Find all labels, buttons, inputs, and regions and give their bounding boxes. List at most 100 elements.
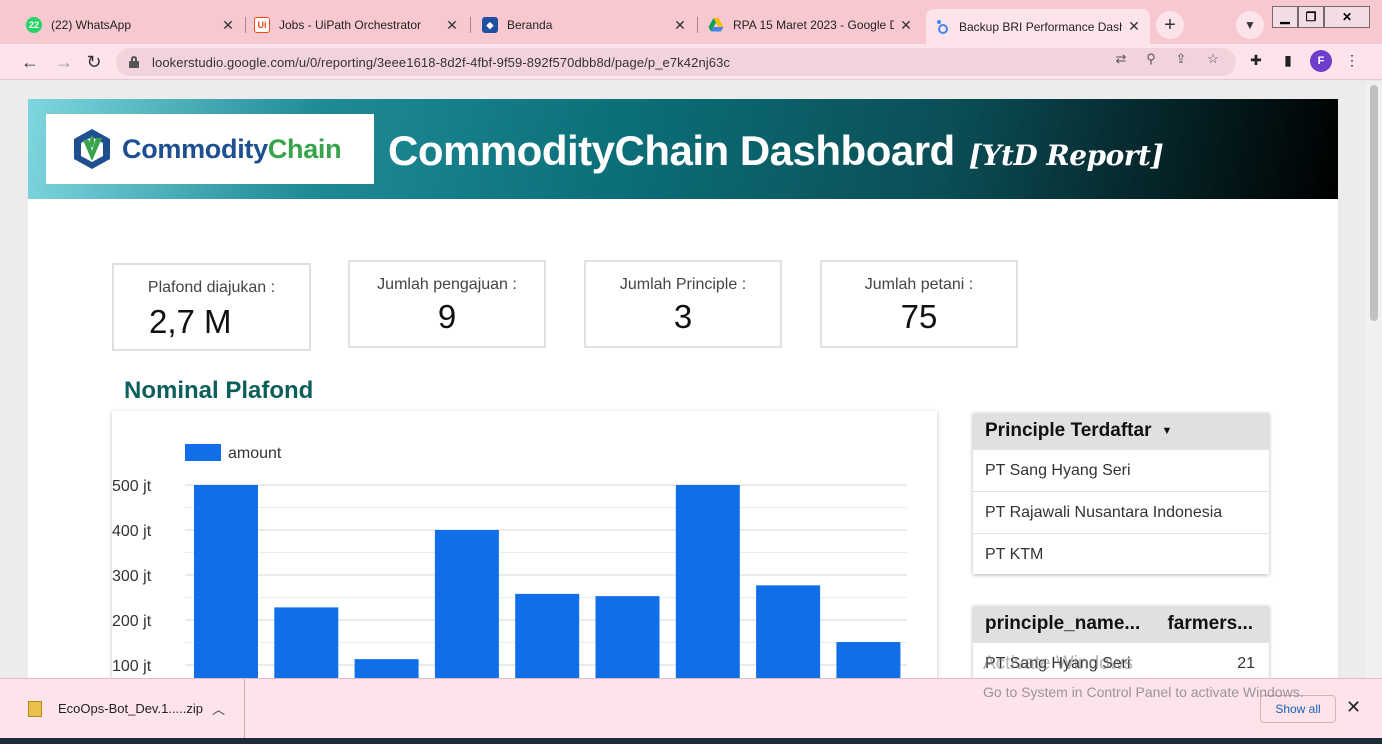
bar[interactable] <box>756 585 821 678</box>
tab-beranda[interactable]: ◆ Beranda ✕ <box>474 9 696 41</box>
y-tick-label: 300 jt <box>112 568 152 585</box>
maximize-button[interactable]: ❐ <box>1298 6 1324 28</box>
brand-logo: Commodity Chain <box>46 114 374 184</box>
share-icon[interactable]: ⇪ <box>1172 50 1190 68</box>
dropdown-arrow-icon: ▼ <box>1161 425 1173 437</box>
zoom-icon[interactable]: ⚲ <box>1142 50 1160 68</box>
extensions-icon[interactable]: ✚ <box>1246 50 1266 70</box>
bar[interactable] <box>274 607 339 678</box>
close-icon[interactable]: ✕ <box>1126 18 1142 35</box>
kpi-card-principle: Jumlah Principle : 3 <box>584 260 782 348</box>
bar[interactable] <box>675 485 740 678</box>
table-row[interactable]: PT KTM <box>973 533 1269 575</box>
activate-windows-watermark: Activate Windows <box>983 653 1133 674</box>
back-button[interactable]: ← <box>18 50 42 74</box>
maximize-icon: ❐ <box>1305 10 1317 24</box>
scrollbar-thumb[interactable] <box>1370 85 1378 321</box>
close-icon[interactable]: ✕ <box>898 17 914 34</box>
kpi-card-pengajuan: Jumlah pengajuan : 9 <box>348 260 546 348</box>
column-header-principle-name[interactable]: principle_name... <box>985 613 1140 635</box>
bar-chart-card[interactable]: 100 jt 200 jt 300 jt 400 jt 500 jt amount <box>112 411 937 678</box>
section-title: Nominal Plafond <box>124 377 314 404</box>
tab-google-drive[interactable]: RPA 15 Maret 2023 - Google D ✕ <box>700 9 922 41</box>
tab-title: (22) WhatsApp <box>51 18 132 32</box>
kpi-label: Jumlah petani : <box>864 276 974 293</box>
bar[interactable] <box>434 530 499 678</box>
close-icon[interactable]: ✕ <box>444 17 460 34</box>
bar[interactable] <box>595 596 660 678</box>
forward-button[interactable]: → <box>52 50 76 74</box>
farmers-count-cell: 21 <box>1237 654 1255 672</box>
kpi-label: Jumlah pengajuan : <box>377 276 517 293</box>
arrow-left-icon: ← <box>21 51 39 72</box>
y-tick-label: 400 jt <box>112 523 152 540</box>
close-window-button[interactable]: ✕ <box>1324 6 1370 28</box>
tab-whatsapp[interactable]: 22 (22) WhatsApp ✕ <box>18 9 244 41</box>
bar[interactable] <box>354 659 419 678</box>
new-tab-button[interactable]: + <box>1156 11 1184 39</box>
close-icon[interactable]: ✕ <box>1346 697 1361 718</box>
report-canvas: Commodity Chain CommodityChain Dashboard [… <box>28 99 1338 678</box>
kpi-value: 9 <box>437 298 457 335</box>
kpi-value: 75 <box>900 298 938 335</box>
zip-file-icon <box>28 701 42 717</box>
y-tick-label: 200 jt <box>112 613 152 630</box>
side-panel-icon[interactable]: ▮ <box>1278 50 1298 70</box>
y-tick-label: 500 jt <box>112 478 152 495</box>
kpi-card-petani: Jumlah petani : 75 <box>820 260 1018 348</box>
download-filename: EcoOps-Bot_Dev.1.....zip <box>58 701 203 716</box>
chevron-up-icon[interactable]: ︿ <box>212 699 225 718</box>
table-row[interactable]: PT Sang Hyang Seri <box>973 449 1269 491</box>
minimize-button[interactable]: ▁ <box>1272 6 1298 28</box>
kpi-card-plafond: Plafond diajukan : 2,7 M <box>112 263 311 351</box>
arrow-right-icon: → <box>55 51 73 72</box>
table-row[interactable]: PT Rajawali Nusantara Indonesia <box>973 491 1269 533</box>
bar[interactable] <box>515 593 580 678</box>
google-drive-icon <box>708 18 724 32</box>
bar-chart: 100 jt 200 jt 300 jt 400 jt 500 jt amount <box>112 444 907 678</box>
url-text: lookerstudio.google.com/u/0/reporting/3e… <box>152 54 731 70</box>
minimize-icon: ▁ <box>1280 10 1290 24</box>
activate-windows-hint: Go to System in Control Panel to activat… <box>983 684 1304 700</box>
y-tick-label: 100 jt <box>112 658 152 675</box>
column-header-farmers[interactable]: farmers... <box>1167 613 1253 635</box>
tab-title: Beranda <box>507 18 553 32</box>
toolbar: ← → ↻ lookerstudio.google.com/u/0/report… <box>0 44 1382 80</box>
principle-table: Principle Terdaftar ▼ PT Sang Hyang Seri… <box>973 413 1269 574</box>
tab-search-button[interactable]: ▼ <box>1236 11 1264 39</box>
shield-icon: ◆ <box>482 17 498 33</box>
tab-strip: 22 (22) WhatsApp ✕ Ui Jobs - UiPath Orch… <box>0 0 1382 44</box>
kpi-value: 3 <box>673 298 693 335</box>
menu-icon[interactable]: ⋮ <box>1342 50 1362 70</box>
dashboard-title-text: CommodityChain Dashboard <box>388 127 955 174</box>
address-bar[interactable]: lookerstudio.google.com/u/0/reporting/3e… <box>116 48 1236 76</box>
whatsapp-icon: 22 <box>26 17 42 33</box>
bar[interactable] <box>194 485 258 678</box>
tab-title: Backup BRI Performance Dashb <box>959 19 1122 34</box>
close-icon[interactable]: ✕ <box>220 17 236 34</box>
vertical-scrollbar[interactable] <box>1366 81 1382 678</box>
reload-button[interactable]: ↻ <box>82 50 106 74</box>
bar[interactable] <box>836 642 901 678</box>
tab-title: RPA 15 Maret 2023 - Google D <box>733 18 894 32</box>
kpi-value: 2,7 M <box>149 303 232 340</box>
tab-uipath[interactable]: Ui Jobs - UiPath Orchestrator ✕ <box>246 9 468 41</box>
brand-text-chain: Chain <box>267 133 342 164</box>
commoditychain-logo-icon <box>74 129 110 169</box>
tab-title: Jobs - UiPath Orchestrator <box>279 18 422 32</box>
dashboard-subtitle: [YtD Report] <box>968 139 1164 172</box>
kpi-label: Jumlah Principle : <box>619 276 747 293</box>
close-icon[interactable]: ✕ <box>672 17 688 34</box>
bookmark-star-icon[interactable]: ☆ <box>1204 50 1222 68</box>
principle-table-title: Principle Terdaftar <box>985 420 1152 441</box>
taskbar <box>0 738 1382 744</box>
reload-icon: ↻ <box>86 51 102 72</box>
tab-looker-studio[interactable]: Backup BRI Performance Dashb ✕ <box>926 9 1150 44</box>
report-banner: Commodity Chain CommodityChain Dashboard [… <box>28 99 1338 199</box>
translate-icon[interactable]: ⇄ <box>1112 50 1130 68</box>
profile-avatar[interactable]: F <box>1310 50 1332 72</box>
uipath-icon: Ui <box>254 17 270 33</box>
download-item[interactable]: EcoOps-Bot_Dev.1.....zip ︿ <box>0 679 245 739</box>
principle-table-header[interactable]: Principle Terdaftar ▼ <box>973 413 1269 449</box>
kpi-label: Plafond diajukan : <box>147 279 276 296</box>
